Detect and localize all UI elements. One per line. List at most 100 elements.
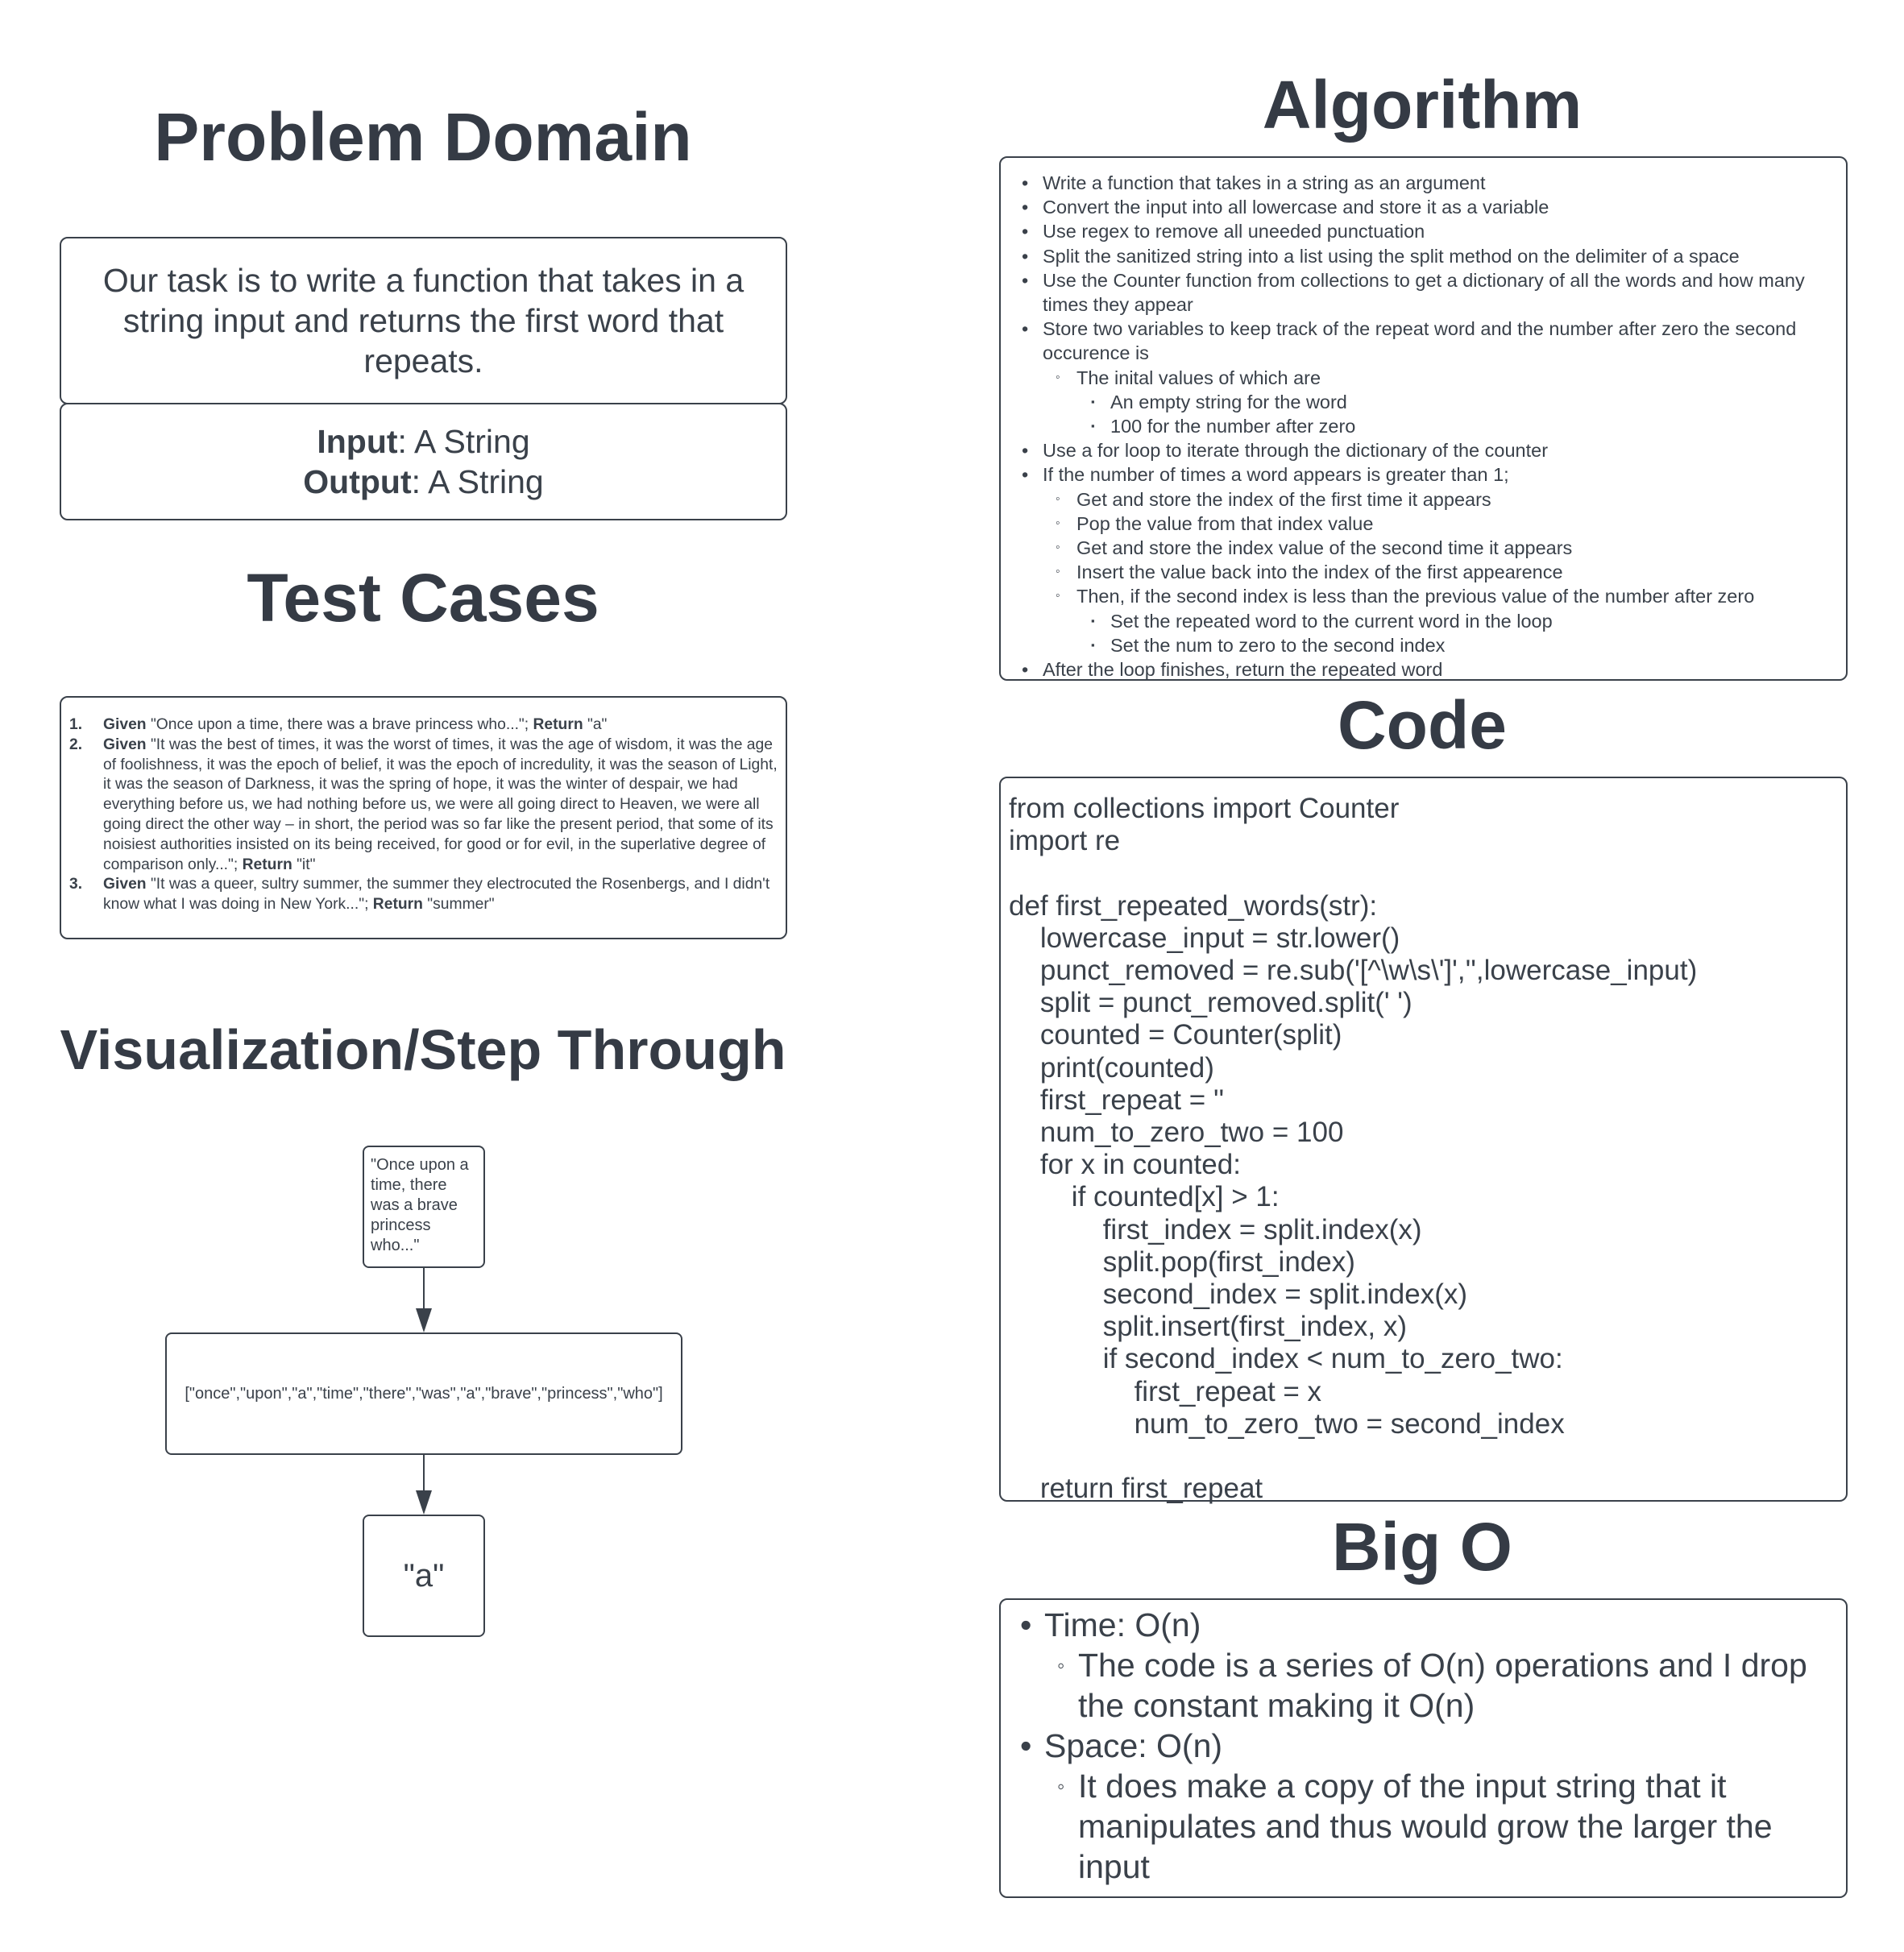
viz-output-node: "a" (363, 1515, 485, 1637)
algorithm-step: • Use the Counter function from collectio… (1009, 268, 1838, 317)
algorithm-step-text: Insert the value back into the index of … (1076, 562, 1563, 583)
algorithm-step-text: Split the sanitized string into a list u… (1043, 245, 1740, 267)
bullet-icon: • (1022, 464, 1029, 486)
return-label: Return (372, 896, 423, 914)
algorithm-title: Algorithm (1262, 67, 1583, 143)
bullet-icon: ▪ (1091, 395, 1095, 408)
visualization-title: Visualization/Step Through (60, 1018, 786, 1081)
given-label: Given (103, 876, 147, 893)
bullet-icon: • (1020, 1727, 1032, 1764)
arrow-line-2 (423, 1455, 425, 1492)
return-value: "it" (292, 856, 316, 873)
test-case-item: 1. Given "Once upon a time, there was a b… (69, 715, 778, 736)
test-case-number: 2. (69, 736, 83, 753)
algorithm-step-text: Use regex to remove all uneeded punctuat… (1043, 221, 1425, 242)
big-o-item-text: Time: O(n) (1044, 1606, 1201, 1643)
algorithm-step: ◦ Get and store the index value of the se… (1009, 536, 1838, 560)
big-o-item-text: Space: O(n) (1044, 1727, 1223, 1764)
algorithm-step-text: Get and store the index of the first tim… (1076, 488, 1491, 510)
bullet-icon: ▪ (1091, 638, 1095, 651)
test-case-item: 3. Given "It was a queer, sultry summer, … (69, 875, 778, 915)
bullet-icon: • (1022, 197, 1029, 218)
big-o-item: • Time: O(n) (1010, 1605, 1830, 1645)
input-line: Input: A String (317, 421, 529, 462)
big-o-item: ◦ The code is a series of O(n) operations… (1010, 1645, 1830, 1726)
algorithm-step: ◦ Get and store the index of the first ti… (1009, 487, 1838, 512)
output-line: Output: A String (303, 462, 543, 502)
return-value: "summer" (422, 896, 495, 914)
algorithm-step: • If the number of times a word appears i… (1009, 462, 1838, 487)
algorithm-step-text: 100 for the number after zero (1110, 416, 1356, 437)
big-o-box: • Time: O(n) ◦ The code is a series of O(n)… (999, 1598, 1848, 1898)
test-cases-title: Test Cases (247, 560, 599, 636)
output-value: : A String (411, 463, 544, 500)
bullet-icon: ▪ (1091, 420, 1095, 433)
bullet-icon: ◦ (1057, 1774, 1065, 1798)
algorithm-step: • After the loop finishes, return the rep… (1009, 657, 1838, 682)
algorithm-step: ▪ An empty string for the word (1009, 390, 1838, 414)
test-cases-box: 1. Given "Once upon a time, there was a b… (60, 696, 787, 939)
bullet-icon: • (1022, 221, 1029, 242)
algorithm-step-text: Use a for loop to iterate through the di… (1043, 440, 1549, 462)
algorithm-step-text: If the number of times a word appears is… (1043, 464, 1509, 486)
bullet-icon: ◦ (1057, 1653, 1065, 1677)
big-o-item-text: It does make a copy of the input string … (1078, 1768, 1773, 1885)
algorithm-step: • Store two variables to keep track of th… (1009, 317, 1838, 365)
algorithm-step-text: The inital values of which are (1076, 367, 1321, 388)
algorithm-step-text: Set the num to zero to the second index (1110, 634, 1446, 656)
arrow-line-1 (423, 1268, 425, 1310)
algorithm-step: • Write a function that takes in a string… (1009, 171, 1838, 195)
given-text: "It was the best of times, it was the wo… (103, 736, 778, 873)
test-case-number: 1. (69, 716, 83, 733)
viz-output-text: "a" (403, 1557, 445, 1594)
big-o-item: • Space: O(n) (1010, 1726, 1830, 1766)
test-case-number: 3. (69, 876, 83, 893)
arrow-head-1 (416, 1308, 432, 1332)
viz-list-text: ["once","upon","a","time","there","was",… (185, 1384, 663, 1403)
algorithm-step-text: Convert the input into all lowercase and… (1043, 197, 1549, 218)
bullet-icon: • (1022, 172, 1029, 193)
bullet-icon: ◦ (1056, 565, 1060, 579)
bullet-icon: • (1022, 440, 1029, 462)
input-output-box: Input: A String Output: A String (60, 403, 787, 520)
code-title: Code (1338, 687, 1507, 763)
algorithm-step: ▪ Set the num to zero to the second index (1009, 633, 1838, 657)
algorithm-step: ◦ Insert the value back into the index of… (1009, 560, 1838, 584)
algorithm-step-text: Write a function that takes in a string … (1043, 172, 1486, 193)
bullet-icon: ◦ (1056, 370, 1060, 384)
bullet-icon: • (1020, 1606, 1032, 1643)
given-text: "Once upon a time, there was a brave pri… (146, 716, 533, 733)
algorithm-step: • Use a for loop to iterate through the d… (1009, 438, 1838, 462)
big-o-item: ◦ It does make a copy of the input string… (1010, 1766, 1830, 1887)
algorithm-step: • Convert the input into all lowercase an… (1009, 195, 1838, 219)
algorithm-step: • Use regex to remove all uneeded punctua… (1009, 219, 1838, 243)
algorithm-step: ◦ Then, if the second index is less than … (1009, 584, 1838, 608)
big-o-item-text: The code is a series of O(n) operations … (1078, 1647, 1807, 1724)
algorithm-step-text: After the loop finishes, return the repe… (1043, 659, 1443, 681)
algorithm-step-text: Use the Counter function from collection… (1043, 269, 1805, 316)
algorithm-step-text: An empty string for the word (1110, 391, 1347, 412)
algorithm-step: • Split the sanitized string into a list … (1009, 244, 1838, 268)
algorithm-step-text: Get and store the index value of the sec… (1076, 537, 1573, 559)
bullet-icon: ▪ (1091, 614, 1095, 627)
bullet-icon: ◦ (1056, 541, 1060, 555)
algorithm-step-text: Set the repeated word to the current wor… (1110, 610, 1553, 632)
algorithm-step: ◦ Pop the value from that index value (1009, 512, 1838, 536)
bullet-icon: • (1022, 245, 1029, 267)
algorithm-box: • Write a function that takes in a string… (999, 156, 1848, 681)
problem-description-box: Our task is to write a function that tak… (60, 237, 787, 404)
algorithm-step: ◦ The inital values of which are (1009, 366, 1838, 390)
bullet-icon: • (1022, 269, 1029, 291)
return-value: "a" (583, 716, 608, 733)
bullet-icon: • (1022, 659, 1029, 681)
algorithm-step: ▪ 100 for the number after zero (1009, 414, 1838, 438)
code-box: from collections import Counter import r… (999, 777, 1848, 1504)
algorithm-step-text: Then, if the second index is less than t… (1076, 586, 1755, 607)
algorithm-step-text: Store two variables to keep track of the… (1043, 318, 1797, 364)
big-o-title: Big O (1332, 1509, 1512, 1585)
return-label: Return (533, 716, 583, 733)
viz-input-text: "Once upon a time, there was a brave pri… (371, 1156, 469, 1254)
input-value: : A String (397, 423, 530, 460)
problem-description-text: Our task is to write a function that tak… (102, 262, 745, 379)
bullet-icon: ◦ (1056, 491, 1060, 506)
